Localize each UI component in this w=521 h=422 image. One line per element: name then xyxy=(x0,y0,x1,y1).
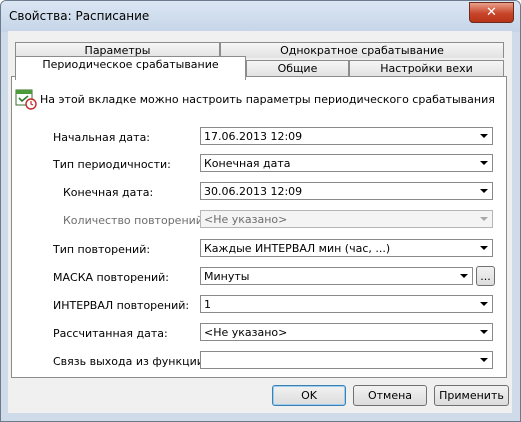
repeat-count-combo[interactable]: <Не указано> xyxy=(200,210,493,228)
function-exit-link-combo[interactable] xyxy=(200,351,493,369)
repeat-count-label: Количество повторений: xyxy=(63,214,207,227)
periodicity-type-label: Тип периодичности: xyxy=(53,158,171,171)
info-text: На этой вкладке можно настроить параметр… xyxy=(40,93,495,106)
repeat-mask-value: Минуты xyxy=(204,270,250,283)
tab-single-trigger[interactable]: Однократное срабатывание xyxy=(220,42,504,58)
end-date-combo[interactable]: 30.06.2013 12:09 xyxy=(200,182,493,200)
chevron-down-icon[interactable] xyxy=(476,155,492,171)
ok-button[interactable]: OK xyxy=(272,385,346,406)
calculated-date-label: Рассчитанная дата: xyxy=(53,327,168,340)
tab-label: Настройки вехи xyxy=(380,62,473,75)
function-exit-link-label: Связь выхода из функции: xyxy=(53,355,208,368)
tab-label: Общие xyxy=(277,62,318,75)
repeat-mask-browse-button[interactable]: ... xyxy=(476,266,495,286)
chevron-down-icon[interactable] xyxy=(476,128,492,144)
chevron-down-icon[interactable] xyxy=(476,324,492,340)
window-title: Свойства: Расписание xyxy=(9,9,150,23)
tab-label: Периодическое срабатывание xyxy=(42,58,219,71)
apply-button[interactable]: Применить xyxy=(434,385,509,406)
chevron-down-icon[interactable] xyxy=(476,183,492,199)
repeat-type-value: Каждые ИНТЕРВАЛ мин (час, ...) xyxy=(204,242,391,255)
title-bar[interactable]: Свойства: Расписание ✕ xyxy=(1,1,520,32)
calendar-clock-icon xyxy=(15,89,37,110)
tab-periodic-trigger[interactable]: Периодическое срабатывание xyxy=(15,56,246,80)
end-date-label: Конечная дата: xyxy=(63,186,154,199)
tab-label: Однократное срабатывание xyxy=(280,44,444,57)
ok-label: OK xyxy=(301,389,317,402)
tab-general[interactable]: Общие xyxy=(246,60,349,76)
chevron-down-icon[interactable] xyxy=(456,268,472,284)
periodicity-type-combo[interactable]: Конечная дата xyxy=(200,154,493,172)
tab-milestone-settings[interactable]: Настройки вехи xyxy=(349,60,504,76)
close-icon: ✕ xyxy=(486,5,497,20)
calculated-date-combo[interactable]: <Не указано> xyxy=(200,323,493,341)
repeat-type-combo[interactable]: Каждые ИНТЕРВАЛ мин (час, ...) xyxy=(200,239,493,257)
calculated-date-value: <Не указано> xyxy=(204,326,288,339)
chevron-down-icon[interactable] xyxy=(476,352,492,368)
close-button[interactable]: ✕ xyxy=(469,2,514,23)
cancel-button[interactable]: Отмена xyxy=(353,385,427,406)
chevron-down-icon xyxy=(476,211,492,227)
periodicity-type-value: Конечная дата xyxy=(204,157,291,170)
start-date-label: Начальная дата: xyxy=(53,131,151,144)
repeat-mask-label: МАСКА повторений: xyxy=(53,271,170,284)
start-date-value: 17.06.2013 12:09 xyxy=(204,130,303,143)
repeat-interval-combo[interactable]: 1 xyxy=(200,295,493,313)
repeat-interval-label: ИНТЕРВАЛ повторений: xyxy=(53,299,190,312)
chevron-down-icon[interactable] xyxy=(476,296,492,312)
chevron-down-icon[interactable] xyxy=(476,240,492,256)
apply-label: Применить xyxy=(439,389,504,402)
repeat-interval-value: 1 xyxy=(204,298,211,311)
end-date-value: 30.06.2013 12:09 xyxy=(204,185,303,198)
repeat-count-value: <Не указано> xyxy=(204,213,288,226)
repeat-mask-combo[interactable]: Минуты xyxy=(200,267,473,285)
start-date-combo[interactable]: 17.06.2013 12:09 xyxy=(200,127,493,145)
properties-dialog: Свойства: Расписание ✕ Параметры Однокра… xyxy=(0,0,521,422)
cancel-label: Отмена xyxy=(367,389,413,402)
ellipsis-label: ... xyxy=(480,269,491,283)
repeat-type-label: Тип повторений: xyxy=(53,243,151,256)
